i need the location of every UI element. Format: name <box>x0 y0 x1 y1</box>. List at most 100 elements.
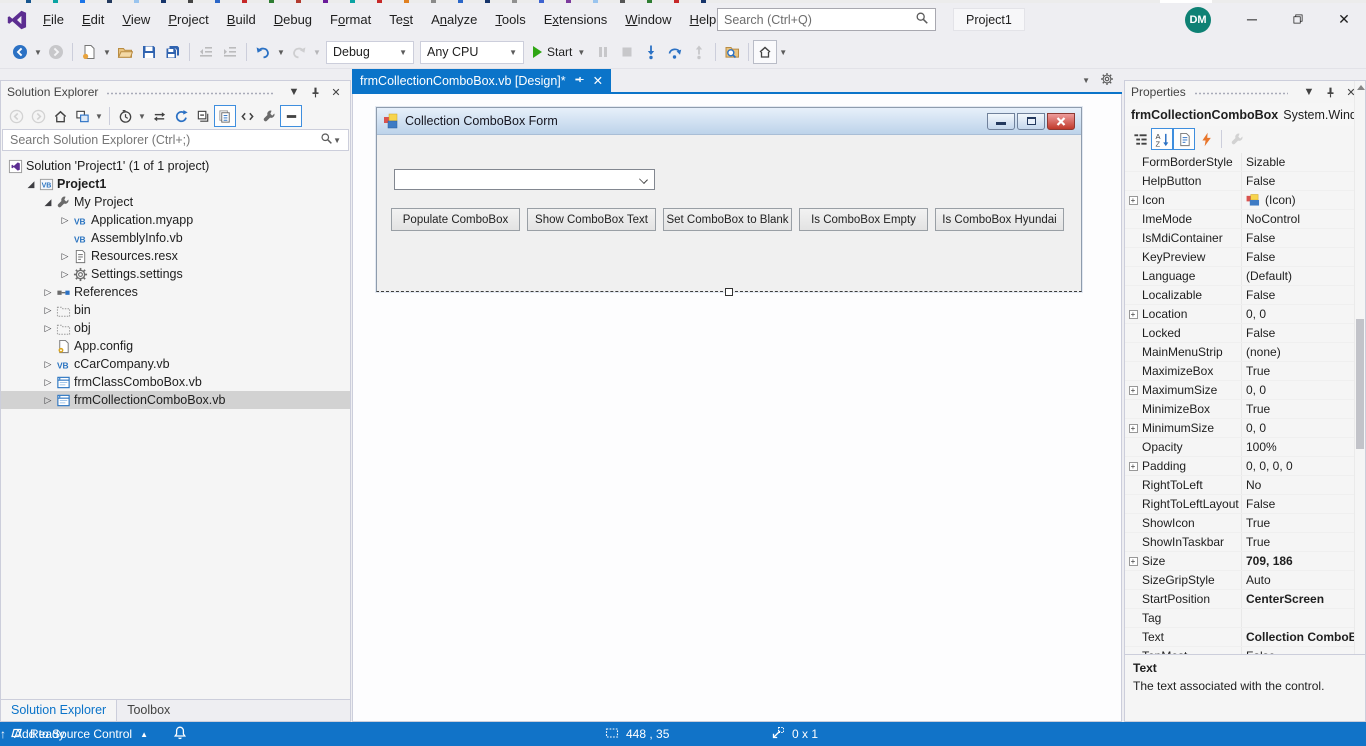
start-debug-button[interactable]: Start▼ <box>527 45 591 59</box>
nav-forward-button[interactable] <box>44 40 68 64</box>
property-value[interactable]: CenterScreen <box>1241 590 1365 608</box>
property-expander-icon[interactable]: + <box>1125 424 1141 433</box>
menu-tools[interactable]: Tools <box>486 8 534 31</box>
tree-expander-icon[interactable]: ◢ <box>24 179 38 190</box>
property-value[interactable]: False <box>1241 248 1365 266</box>
tree-item[interactable]: ▷VBApplication.myapp <box>1 211 350 229</box>
property-value[interactable]: Collection ComboB <box>1241 628 1365 646</box>
nav-back-circle-button[interactable] <box>5 105 27 127</box>
property-row[interactable]: Language(Default) <box>1125 267 1365 286</box>
property-row[interactable]: ShowInTaskbarTrue <box>1125 533 1365 552</box>
tree-item[interactable]: Solution 'Project1' (1 of 1 project) <box>1 157 350 175</box>
menu-debug[interactable]: Debug <box>265 8 321 31</box>
property-expander-icon[interactable]: + <box>1125 386 1141 395</box>
form-maximize-button[interactable] <box>1017 113 1045 130</box>
pin-icon[interactable] <box>1322 86 1338 99</box>
step-over-button[interactable] <box>663 40 687 64</box>
property-value[interactable]: 0, 0 <box>1241 305 1365 323</box>
property-row[interactable]: Opacity100% <box>1125 438 1365 457</box>
form-minimize-button[interactable] <box>987 113 1015 130</box>
property-row[interactable]: ShowIconTrue <box>1125 514 1365 533</box>
property-row[interactable]: IsMdiContainerFalse <box>1125 229 1365 248</box>
property-row[interactable]: LockedFalse <box>1125 324 1365 343</box>
document-tab[interactable]: frmCollectionComboBox.vb [Design]* ✕ <box>352 69 611 92</box>
indent-button[interactable] <box>218 40 242 64</box>
pause-button[interactable] <box>591 40 615 64</box>
save-button[interactable] <box>137 40 161 64</box>
close-button[interactable]: ✕ <box>1322 3 1366 35</box>
menu-test[interactable]: Test <box>380 8 422 31</box>
chevron-up-icon[interactable]: ▲ <box>140 730 148 739</box>
project-badge[interactable]: Project1 <box>953 8 1025 31</box>
property-value[interactable]: True <box>1241 533 1365 551</box>
property-row[interactable]: SizeGripStyleAuto <box>1125 571 1365 590</box>
scroll-up-arrow[interactable] <box>1357 85 1365 90</box>
quick-search-box[interactable]: Search (Ctrl+Q) <box>717 8 936 31</box>
property-row[interactable]: MaximizeBoxTrue <box>1125 362 1365 381</box>
property-row[interactable]: RightToLeftNo <box>1125 476 1365 495</box>
tree-item[interactable]: ▷frmClassComboBox.vb <box>1 373 350 391</box>
browser-home-button[interactable] <box>753 40 777 64</box>
designer-form[interactable]: Collection ComboBox Form Populate ComboB… <box>376 107 1082 292</box>
property-expander-icon[interactable]: + <box>1125 557 1141 566</box>
chevron-down-icon[interactable]: ▼ <box>101 40 113 64</box>
pending-changes-button[interactable] <box>114 105 136 127</box>
pin-icon[interactable] <box>574 74 585 88</box>
property-value[interactable]: False <box>1241 286 1365 304</box>
scrollbar-thumb[interactable] <box>1356 319 1364 449</box>
close-icon[interactable]: ✕ <box>328 86 344 99</box>
tree-item[interactable]: ▷Resources.resx <box>1 247 350 265</box>
property-row[interactable]: LocalizableFalse <box>1125 286 1365 305</box>
tree-expander-icon[interactable]: ▷ <box>58 215 72 226</box>
solution-explorer-search-input[interactable]: Search Solution Explorer (Ctrl+;) ▼ <box>2 129 349 151</box>
form-button[interactable]: Populate ComboBox <box>391 208 520 231</box>
chevron-down-icon[interactable]: ▼ <box>275 40 287 64</box>
property-value[interactable]: False <box>1241 647 1365 654</box>
tree-expander-icon[interactable]: ▷ <box>58 269 72 280</box>
property-expander-icon[interactable]: + <box>1125 310 1141 319</box>
tab-list-chevron-icon[interactable]: ▼ <box>1082 76 1090 85</box>
property-value[interactable]: Sizable <box>1241 153 1365 171</box>
resize-handle[interactable] <box>725 288 733 296</box>
property-value[interactable]: (Icon) <box>1241 191 1365 209</box>
property-value[interactable]: False <box>1241 172 1365 190</box>
property-pages-button[interactable] <box>1226 128 1248 150</box>
property-value[interactable]: NoControl <box>1241 210 1365 228</box>
sync-active-doc-button[interactable] <box>148 105 170 127</box>
property-row[interactable]: FormBorderStyleSizable <box>1125 153 1365 172</box>
outdent-button[interactable] <box>194 40 218 64</box>
property-value[interactable]: 0, 0 <box>1241 419 1365 437</box>
collapse-all-button[interactable] <box>192 105 214 127</box>
chevron-down-icon[interactable]: ▼ <box>777 40 789 64</box>
window-position-chevron-icon[interactable]: ▼ <box>1301 86 1317 98</box>
platform-combo[interactable]: Any CPU▼ <box>420 41 524 64</box>
step-out-button[interactable] <box>687 40 711 64</box>
view-code-button[interactable] <box>236 105 258 127</box>
property-value[interactable]: (none) <box>1241 343 1365 361</box>
properties-scrollbar[interactable] <box>1354 81 1365 721</box>
menu-build[interactable]: Build <box>218 8 265 31</box>
drag-grip[interactable] <box>106 90 273 95</box>
chevron-down-icon[interactable]: ▼ <box>136 104 148 128</box>
menu-view[interactable]: View <box>113 8 159 31</box>
property-value[interactable]: True <box>1241 362 1365 380</box>
designer-form-titlebar[interactable]: Collection ComboBox Form <box>377 108 1081 135</box>
tree-item[interactable]: ▷obj <box>1 319 350 337</box>
step-into-button[interactable] <box>639 40 663 64</box>
tree-item[interactable]: App.config <box>1 337 350 355</box>
property-row[interactable]: +MinimumSize0, 0 <box>1125 419 1365 438</box>
menu-edit[interactable]: Edit <box>73 8 113 31</box>
home-button[interactable] <box>49 105 71 127</box>
minimize-button[interactable]: ─ <box>1230 3 1274 35</box>
property-value[interactable]: False <box>1241 324 1365 342</box>
form-button[interactable]: Is ComboBox Hyundai <box>935 208 1064 231</box>
drag-grip[interactable] <box>1194 90 1288 95</box>
property-value[interactable]: 709, 186 <box>1241 552 1365 570</box>
tree-expander-icon[interactable]: ▷ <box>41 395 55 406</box>
tree-expander-icon[interactable]: ▷ <box>58 251 72 262</box>
tree-expander-icon[interactable]: ▷ <box>41 287 55 298</box>
tree-item[interactable]: ▷References <box>1 283 350 301</box>
tree-item[interactable]: ▷Settings.settings <box>1 265 350 283</box>
tree-item[interactable]: ▷bin <box>1 301 350 319</box>
switch-views-button[interactable] <box>71 105 93 127</box>
